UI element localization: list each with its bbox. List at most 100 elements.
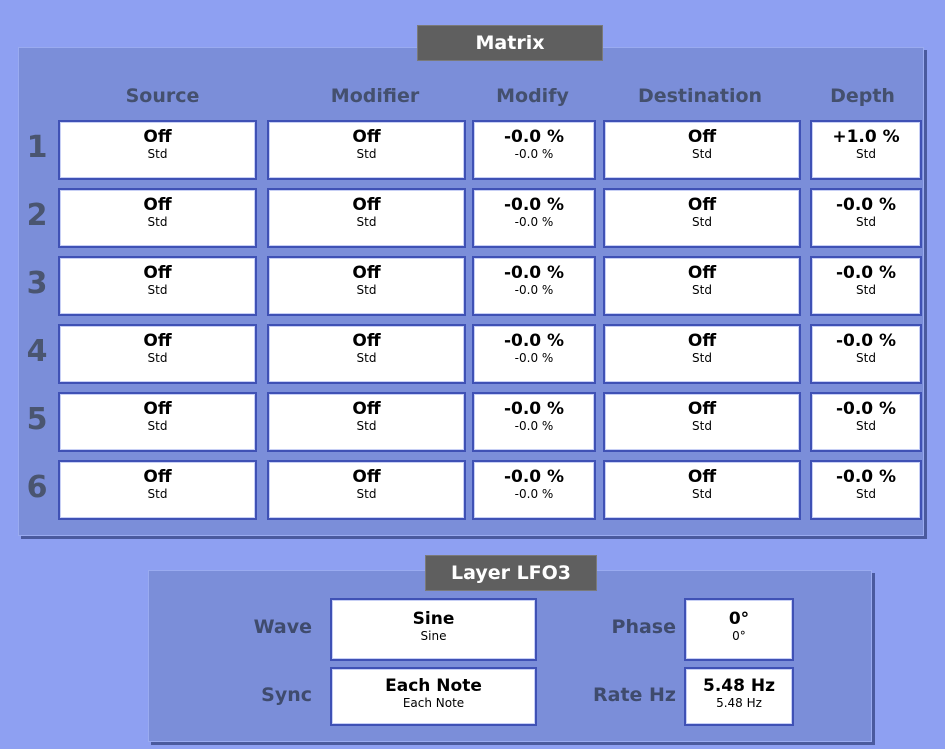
row-number: 3 — [26, 266, 48, 301]
rate-selector[interactable]: 5.48 Hz 5.48 Hz — [684, 667, 794, 726]
modify-selector[interactable]: -0.0 % -0.0 % — [472, 324, 596, 384]
depth-value: -0.0 % — [835, 399, 897, 419]
column-header-modify: Modify — [496, 85, 569, 107]
wave-selector[interactable]: Sine Sine — [330, 598, 537, 661]
wave-value: Sine — [412, 609, 455, 629]
modify-subvalue: -0.0 % — [514, 351, 554, 365]
destination-selector[interactable]: Off Std — [603, 188, 801, 248]
depth-selector[interactable]: +1.0 % Std — [810, 120, 922, 180]
source-value: Off — [143, 467, 172, 487]
modifier-subvalue: Std — [356, 419, 377, 433]
modify-subvalue: -0.0 % — [514, 283, 554, 297]
modifier-selector[interactable]: Off Std — [267, 460, 466, 520]
rate-label: Rate Hz — [593, 684, 676, 706]
destination-selector[interactable]: Off Std — [603, 324, 801, 384]
rate-value: 5.48 Hz — [703, 676, 775, 696]
destination-selector[interactable]: Off Std — [603, 460, 801, 520]
depth-selector[interactable]: -0.0 % Std — [810, 256, 922, 316]
modify-selector[interactable]: -0.0 % -0.0 % — [472, 120, 596, 180]
destination-value: Off — [687, 127, 717, 147]
modifier-selector[interactable]: Off Std — [267, 188, 466, 248]
depth-subvalue: Std — [856, 283, 876, 297]
depth-value: -0.0 % — [835, 467, 897, 487]
layer-lfo-title: Layer LFO3 — [425, 555, 597, 591]
row-number: 4 — [26, 334, 48, 369]
destination-subvalue: Std — [692, 283, 712, 297]
modifier-selector[interactable]: Off Std — [267, 120, 466, 180]
destination-selector[interactable]: Off Std — [603, 392, 801, 452]
row-number: 2 — [26, 198, 48, 233]
destination-value: Off — [687, 331, 717, 351]
depth-subvalue: Std — [856, 487, 876, 501]
phase-label: Phase — [611, 616, 676, 638]
destination-subvalue: Std — [692, 419, 712, 433]
source-selector[interactable]: Off Std — [58, 324, 257, 384]
source-selector[interactable]: Off Std — [58, 460, 257, 520]
modifier-selector[interactable]: Off Std — [267, 392, 466, 452]
row-number: 1 — [26, 130, 48, 165]
sync-selector[interactable]: Each Note Each Note — [330, 667, 537, 726]
modifier-subvalue: Std — [356, 147, 377, 161]
depth-value: -0.0 % — [835, 263, 897, 283]
modifier-value: Off — [352, 467, 381, 487]
source-subvalue: Std — [147, 351, 168, 365]
modifier-value: Off — [352, 127, 381, 147]
source-selector[interactable]: Off Std — [58, 256, 257, 316]
source-value: Off — [143, 263, 172, 283]
modifier-subvalue: Std — [356, 351, 377, 365]
depth-value: +1.0 % — [832, 127, 900, 147]
destination-subvalue: Std — [692, 487, 712, 501]
modify-selector[interactable]: -0.0 % -0.0 % — [472, 460, 596, 520]
destination-subvalue: Std — [692, 215, 712, 229]
modifier-subvalue: Std — [356, 283, 377, 297]
depth-subvalue: Std — [856, 419, 876, 433]
source-selector[interactable]: Off Std — [58, 120, 257, 180]
row-number: 5 — [26, 402, 48, 437]
modify-value: -0.0 % — [503, 263, 565, 283]
modify-value: -0.0 % — [503, 331, 565, 351]
source-value: Off — [143, 195, 172, 215]
modifier-value: Off — [352, 195, 381, 215]
source-selector[interactable]: Off Std — [58, 188, 257, 248]
modify-subvalue: -0.0 % — [514, 419, 554, 433]
destination-value: Off — [687, 399, 717, 419]
destination-value: Off — [687, 263, 717, 283]
modifier-selector[interactable]: Off Std — [267, 324, 466, 384]
destination-subvalue: Std — [692, 147, 712, 161]
modify-selector[interactable]: -0.0 % -0.0 % — [472, 392, 596, 452]
rate-subvalue: 5.48 Hz — [716, 696, 762, 710]
source-value: Off — [143, 399, 172, 419]
modify-subvalue: -0.0 % — [514, 147, 554, 161]
wave-label: Wave — [253, 616, 312, 638]
source-subvalue: Std — [147, 487, 168, 501]
destination-subvalue: Std — [692, 351, 712, 365]
depth-subvalue: Std — [856, 351, 876, 365]
modify-subvalue: -0.0 % — [514, 487, 554, 501]
modify-selector[interactable]: -0.0 % -0.0 % — [472, 188, 596, 248]
column-header-modifier: Modifier — [330, 85, 420, 107]
modifier-subvalue: Std — [356, 215, 377, 229]
phase-subvalue: 0° — [732, 629, 746, 643]
sync-subvalue: Each Note — [402, 696, 465, 710]
depth-selector[interactable]: -0.0 % Std — [810, 460, 922, 520]
modifier-subvalue: Std — [356, 487, 377, 501]
destination-selector[interactable]: Off Std — [603, 256, 801, 316]
row-number: 6 — [26, 470, 48, 505]
modify-value: -0.0 % — [503, 127, 565, 147]
modifier-value: Off — [352, 399, 381, 419]
source-selector[interactable]: Off Std — [58, 392, 257, 452]
phase-selector[interactable]: 0° 0° — [684, 598, 794, 661]
source-value: Off — [143, 331, 172, 351]
destination-selector[interactable]: Off Std — [603, 120, 801, 180]
destination-value: Off — [687, 467, 717, 487]
modify-value: -0.0 % — [503, 399, 565, 419]
depth-selector[interactable]: -0.0 % Std — [810, 324, 922, 384]
destination-value: Off — [687, 195, 717, 215]
depth-selector[interactable]: -0.0 % Std — [810, 188, 922, 248]
modifier-value: Off — [352, 263, 381, 283]
depth-subvalue: Std — [856, 215, 876, 229]
modify-selector[interactable]: -0.0 % -0.0 % — [472, 256, 596, 316]
depth-selector[interactable]: -0.0 % Std — [810, 392, 922, 452]
source-value: Off — [143, 127, 172, 147]
modifier-selector[interactable]: Off Std — [267, 256, 466, 316]
